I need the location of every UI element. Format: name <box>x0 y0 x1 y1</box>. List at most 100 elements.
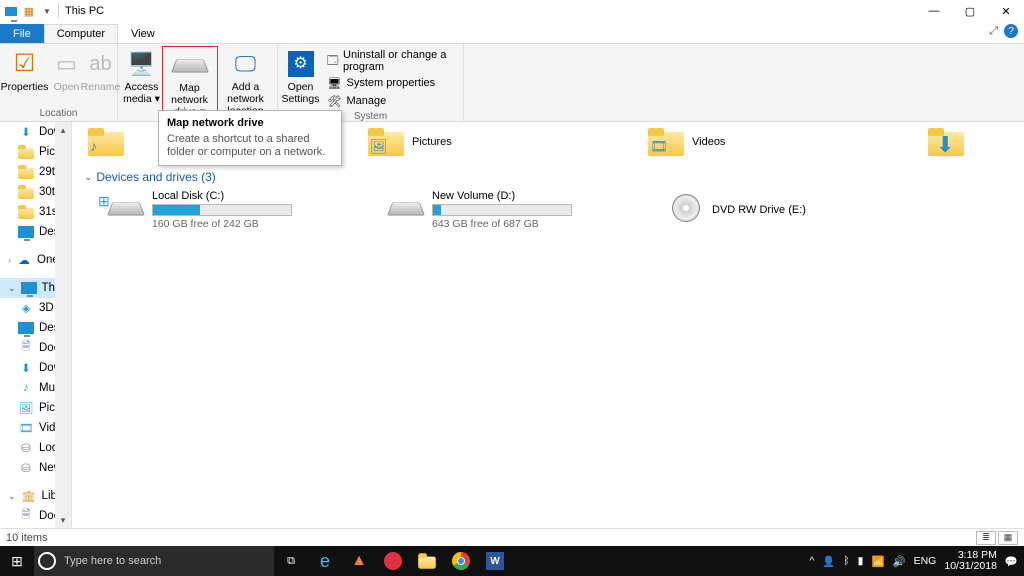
search-box[interactable]: Type here to search <box>34 546 274 576</box>
content-pane: ♪ 🖼 Pictures 🎞 Videos ⬇ ⌄ Devices and dr… <box>72 122 1024 528</box>
pc-icon <box>21 282 37 294</box>
download-icon: ⬇ <box>18 360 34 376</box>
document-icon: 🗎 <box>18 340 34 356</box>
folder-pictures[interactable]: 🖼 Pictures <box>368 128 548 156</box>
scroll-down-icon[interactable]: ▾ <box>55 512 71 528</box>
libraries-icon: 🏛 <box>21 488 37 504</box>
drive-local-c[interactable]: ⊞ Local Disk (C:) 160 GB free of 242 GB <box>108 190 348 230</box>
map-network-drive-button[interactable]: Map network drive ▾ <box>162 46 218 119</box>
download-icon: ⬇ <box>18 124 34 140</box>
ribbon: ☑ Properties ▭ Open ab Rename Location 🖥… <box>0 44 1024 122</box>
tray-battery-icon[interactable]: ▮ <box>858 555 864 567</box>
folder-icon: ♪ <box>88 128 124 156</box>
window-title: This PC <box>65 5 104 17</box>
capacity-bar <box>152 204 292 216</box>
folder-icon: ⬇ <box>928 128 964 156</box>
folder-icon <box>18 205 34 219</box>
quick-access-toolbar: ▦ ▼ <box>0 4 59 18</box>
group-location: ☑ Properties ▭ Open ab Rename Location <box>0 44 118 121</box>
folder-icon <box>418 553 436 568</box>
group-location-label: Location <box>0 107 117 121</box>
uninstall-program-button[interactable]: 🗔Uninstall or change a program <box>323 48 463 74</box>
folder-icon <box>18 185 34 199</box>
drive-name: DVD RW Drive (E:) <box>712 204 806 216</box>
help-icon[interactable]: ? <box>1004 24 1018 38</box>
folder-label: Pictures <box>412 136 452 148</box>
cortana-icon <box>38 552 56 570</box>
capacity-bar <box>432 204 572 216</box>
music-icon: ♪ <box>18 380 34 396</box>
drive-dvd-e[interactable]: DVD RW Drive (E:) <box>668 190 868 230</box>
taskbar-chrome[interactable] <box>444 546 478 576</box>
tray-overflow-icon[interactable]: ^ <box>809 555 814 567</box>
drive-free-text: 643 GB free of 687 GB <box>432 218 572 230</box>
nav-scrollbar[interactable]: ▴ ▾ <box>55 122 71 528</box>
drive-new-volume-d[interactable]: New Volume (D:) 643 GB free of 687 GB <box>388 190 628 230</box>
task-view-button[interactable]: ⧉ <box>274 546 308 576</box>
tray-notifications-icon[interactable]: 💬 <box>1005 555 1018 568</box>
folder-icon <box>18 145 34 159</box>
ribbon-tab-row: File Computer View ⤢ ? <box>0 22 1024 44</box>
tray-clock[interactable]: 3:18 PM 10/31/2018 <box>944 550 997 572</box>
folder-downloads-large[interactable]: ⬇ <box>928 128 988 156</box>
manage-button[interactable]: 🛠Manage <box>323 92 463 110</box>
close-button[interactable]: ✕ <box>988 0 1024 22</box>
tray-language[interactable]: ENG <box>914 555 937 567</box>
drive-icon: ⛁ <box>18 440 34 456</box>
tab-view[interactable]: View <box>118 24 168 43</box>
open-settings-button[interactable]: ⚙ Open Settings <box>279 46 323 105</box>
search-placeholder: Type here to search <box>64 555 161 567</box>
desktop-icon <box>18 226 34 238</box>
tray-people-icon[interactable]: 👤 <box>822 555 835 568</box>
tab-file[interactable]: File <box>0 24 44 43</box>
folder-label: Videos <box>692 136 725 148</box>
access-media-button[interactable]: 🖥️ Access media ▾ <box>122 46 162 105</box>
taskbar-opera[interactable] <box>376 546 410 576</box>
dvd-icon <box>672 194 700 222</box>
scroll-up-icon[interactable]: ▴ <box>55 122 71 138</box>
pc-icon <box>4 4 18 18</box>
maximize-button[interactable]: ▢ <box>952 0 988 22</box>
qat-properties-icon[interactable]: ▦ <box>22 4 36 18</box>
devices-section-header[interactable]: ⌄ Devices and drives (3) <box>84 170 1018 184</box>
add-network-location-button[interactable]: 🖵 Add a network location <box>218 46 274 117</box>
desktop-icon <box>18 322 34 334</box>
view-details-button[interactable]: ≣ <box>976 531 996 545</box>
tray-bluetooth-icon[interactable]: ᛒ <box>843 555 849 567</box>
drive-icon: ⛁ <box>18 460 34 476</box>
qat-dropdown-icon[interactable]: ▼ <box>40 4 54 18</box>
rename-button: ab Rename <box>84 46 118 93</box>
properties-button[interactable]: ☑ Properties <box>0 46 50 93</box>
status-bar: 10 items ≣ ▦ <box>0 528 1024 546</box>
tray-volume-icon[interactable]: 🔊 <box>893 555 906 568</box>
folder-videos[interactable]: 🎞 Videos <box>648 128 828 156</box>
cube-icon: ◈ <box>18 300 34 316</box>
picture-icon: 🖼 <box>18 400 34 416</box>
open-button: ▭ Open <box>50 46 84 93</box>
drive-name: Local Disk (C:) <box>152 190 292 202</box>
start-button[interactable]: ⊞ <box>0 546 34 576</box>
view-large-icons-button[interactable]: ▦ <box>998 531 1018 545</box>
system-tray: ^ 👤 ᛒ ▮ 📶 🔊 ENG 3:18 PM 10/31/2018 💬 <box>809 550 1024 572</box>
document-icon: 🗎 <box>18 508 34 524</box>
ribbon-collapse-icon[interactable]: ⤢ <box>989 25 998 38</box>
tab-computer[interactable]: Computer <box>44 24 118 43</box>
video-icon: 🎞 <box>18 420 34 436</box>
taskbar-word[interactable]: W <box>478 546 512 576</box>
taskbar-edge[interactable]: e <box>308 546 342 576</box>
taskbar-explorer[interactable] <box>410 546 444 576</box>
minimize-button[interactable]: — <box>916 0 952 22</box>
drive-name: New Volume (D:) <box>432 190 572 202</box>
tooltip-body: Create a shortcut to a shared folder or … <box>167 133 333 159</box>
tooltip-map-network-drive: Map network drive Create a shortcut to a… <box>158 110 342 166</box>
drive-icon <box>107 203 145 216</box>
tray-wifi-icon[interactable]: 📶 <box>871 555 884 568</box>
status-item-count: 10 items <box>6 532 48 544</box>
drive-free-text: 160 GB free of 242 GB <box>152 218 292 230</box>
chevron-down-icon: ⌄ <box>84 172 92 183</box>
tooltip-title: Map network drive <box>167 117 333 129</box>
taskbar-vlc[interactable]: ▲ <box>342 546 376 576</box>
system-properties-button[interactable]: 🖥System properties <box>323 74 463 92</box>
drive-icon <box>387 203 425 216</box>
taskbar: ⊞ Type here to search ⧉ e ▲ W ^ 👤 ᛒ ▮ 📶 … <box>0 546 1024 576</box>
